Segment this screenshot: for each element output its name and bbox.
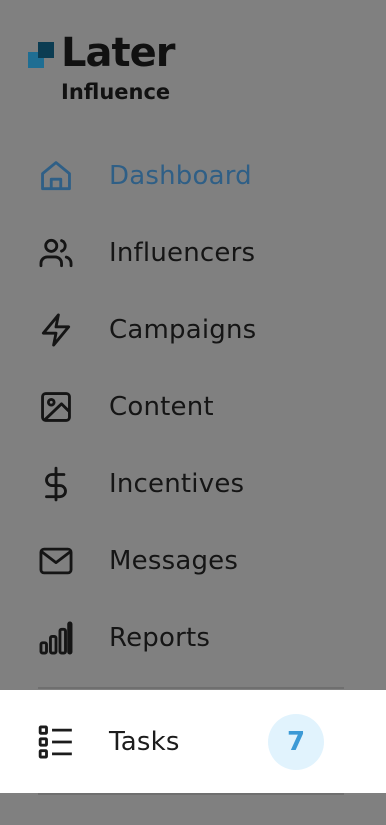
image-icon <box>36 387 76 427</box>
nav-item-reports[interactable]: Reports <box>0 599 386 676</box>
nav-divider <box>38 687 344 689</box>
nav-label-influencers: Influencers <box>109 237 256 268</box>
nav-item-influencers[interactable]: Influencers <box>0 214 386 291</box>
logo-product-name: Influence <box>61 80 171 104</box>
home-icon <box>36 156 76 196</box>
nav-item-content[interactable]: Content <box>0 368 386 445</box>
later-influence-logo[interactable]: Later Influence <box>28 30 248 106</box>
logo-mark-icon <box>28 42 54 70</box>
lightning-icon <box>36 310 76 350</box>
dollar-icon <box>36 464 76 504</box>
nav-item-dashboard[interactable]: Dashboard <box>0 137 386 214</box>
users-icon <box>36 233 76 273</box>
nav-label-content: Content <box>109 391 214 422</box>
bar-chart-icon <box>36 618 76 658</box>
nav-item-tasks[interactable]: Tasks 7 <box>0 690 386 793</box>
nav-label-campaigns: Campaigns <box>109 314 257 345</box>
nav-label-tasks: Tasks <box>109 726 180 757</box>
tasks-count-badge: 7 <box>268 714 324 770</box>
nav-item-incentives[interactable]: Incentives <box>0 445 386 522</box>
nav-label-messages: Messages <box>109 545 239 576</box>
nav-label-dashboard: Dashboard <box>109 160 252 191</box>
nav-label-incentives: Incentives <box>109 468 245 499</box>
nav-divider-bottom <box>38 793 344 795</box>
sidebar: Later Influence Dashboard Influencers Ca… <box>0 0 386 825</box>
nav-label-reports: Reports <box>109 622 211 653</box>
nav-item-campaigns[interactable]: Campaigns <box>0 291 386 368</box>
mail-icon <box>36 541 76 581</box>
nav-item-messages[interactable]: Messages <box>0 522 386 599</box>
task-list-icon <box>36 722 76 762</box>
logo-wordmark: Later <box>61 30 175 76</box>
